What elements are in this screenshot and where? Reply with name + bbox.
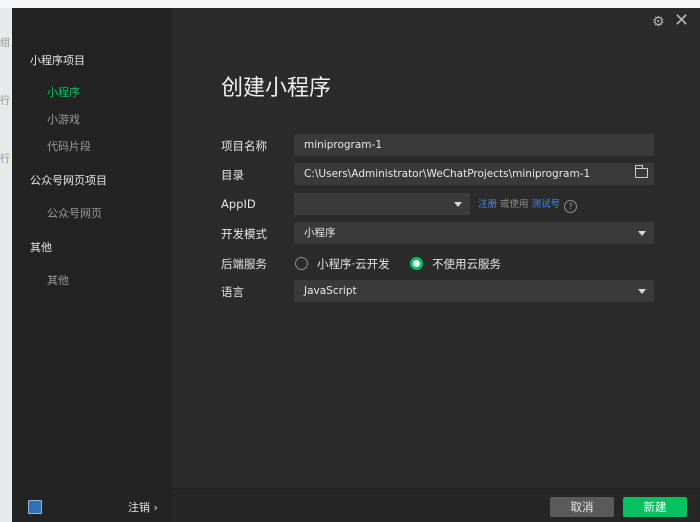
directory-label: 目录 xyxy=(221,168,244,182)
question-icon[interactable]: ? xyxy=(564,200,578,213)
background-text: 行 xyxy=(0,96,10,107)
appid-links: 注册 或使用 测试号? xyxy=(478,196,578,213)
background-window-strip xyxy=(0,0,700,8)
language-select[interactable]: JavaScript xyxy=(294,280,654,302)
register-link[interactable]: 注册 xyxy=(478,199,497,210)
sidebar-section-official-web: 公众号网页项目 xyxy=(30,174,107,187)
directory-value: C:\Users\Administrator\WeChatProjects\mi… xyxy=(304,168,591,180)
cancel-button[interactable]: 取消 xyxy=(550,497,614,517)
chevron-down-icon xyxy=(454,202,462,207)
appid-or-text: 或使用 xyxy=(497,199,532,210)
radio-no-cloud[interactable] xyxy=(410,257,423,270)
chevron-down-icon xyxy=(638,289,646,294)
language-value: JavaScript xyxy=(304,285,357,297)
sidebar-item-minigame[interactable]: 小游戏 xyxy=(47,111,80,127)
folder-icon[interactable] xyxy=(635,165,648,178)
dev-mode-label: 开发模式 xyxy=(221,227,267,241)
radio-cloud-dev[interactable] xyxy=(295,257,308,270)
radio-no-cloud-label[interactable]: 不使用云服务 xyxy=(432,256,501,272)
appid-select[interactable] xyxy=(294,193,470,215)
dialog-footer xyxy=(172,488,700,522)
sidebar-section-miniprogram: 小程序项目 xyxy=(30,54,85,67)
project-name-input[interactable]: miniprogram-1 xyxy=(294,134,654,156)
sidebar-item-code-snippet[interactable]: 代码片段 xyxy=(47,138,91,154)
page-title: 创建小程序 xyxy=(221,76,332,101)
appid-label: AppID xyxy=(221,197,256,211)
sidebar-item-official-web[interactable]: 公众号网页 xyxy=(47,205,102,221)
create-button[interactable]: 新建 xyxy=(623,497,687,517)
chevron-down-icon xyxy=(638,231,646,236)
project-type-sidebar: 小程序项目 小程序 小游戏 代码片段 公众号网页项目 公众号网页 其他 其他 xyxy=(12,8,172,522)
close-icon[interactable]: ✕ xyxy=(674,10,689,31)
logout-button[interactable]: 注销 › xyxy=(128,499,158,515)
backend-service-label: 后端服务 xyxy=(221,257,267,271)
sidebar-section-other: 其他 xyxy=(30,241,52,254)
settings-gear-icon[interactable]: ⚙ xyxy=(652,14,665,30)
background-text: 组 xyxy=(0,38,10,49)
background-text: 行 xyxy=(0,154,10,165)
sidebar-item-miniprogram[interactable]: 小程序 xyxy=(47,84,80,100)
sidebar-item-other[interactable]: 其他 xyxy=(47,272,69,288)
avatar[interactable] xyxy=(28,500,42,514)
dev-mode-select[interactable]: 小程序 xyxy=(294,222,654,244)
directory-input[interactable]: C:\Users\Administrator\WeChatProjects\mi… xyxy=(294,163,654,185)
test-account-link[interactable]: 测试号 xyxy=(532,199,561,210)
create-project-dialog: 小程序项目 小程序 小游戏 代码片段 公众号网页项目 公众号网页 其他 其他 ⚙… xyxy=(12,8,700,522)
language-label: 语言 xyxy=(221,285,244,299)
radio-cloud-dev-label[interactable]: 小程序·云开发 xyxy=(317,256,390,272)
background-window-edge: 组 行 行 xyxy=(0,8,12,522)
dev-mode-value: 小程序 xyxy=(304,227,336,239)
project-name-label: 项目名称 xyxy=(221,139,267,153)
